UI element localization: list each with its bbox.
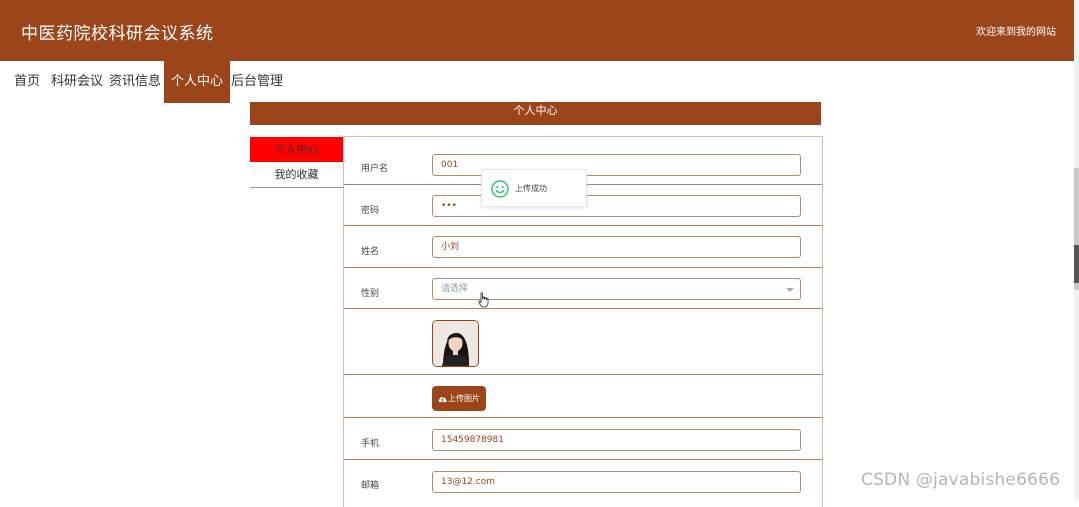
upload-button-label: 上传图片 bbox=[448, 394, 480, 403]
watermark: CSDN @javabishe6666 bbox=[861, 470, 1061, 490]
form-row-gender: 性别 请选择 bbox=[344, 268, 822, 309]
form-row-name: 姓名 小刘 bbox=[344, 226, 822, 268]
phone-label: 手机 bbox=[361, 439, 380, 449]
form-row-avatar bbox=[344, 309, 822, 375]
gender-label: 性别 bbox=[361, 289, 380, 299]
name-input[interactable]: 小刘 bbox=[432, 236, 801, 258]
section-title: 个人中心 bbox=[250, 102, 821, 125]
cloud-upload-icon bbox=[438, 397, 447, 403]
form-row-phone: 手机 15459878981 bbox=[344, 418, 822, 460]
upload-image-button[interactable]: 上传图片 bbox=[432, 386, 486, 411]
top-header: 中医药院校科研会议系统 欢迎来到我的网站 bbox=[0, 0, 1074, 61]
toast-message: 上传成功 bbox=[515, 184, 547, 193]
nav-personal-center[interactable]: 个人中心 bbox=[164, 61, 231, 103]
name-label: 姓名 bbox=[361, 247, 380, 257]
main-nav: 首页 科研会议 资讯信息 个人中心 后台管理 bbox=[0, 61, 1074, 103]
avatar-image bbox=[432, 320, 479, 367]
phone-input[interactable]: 15459878981 bbox=[432, 429, 801, 451]
form-row-email: 邮箱 13@12.com bbox=[344, 460, 822, 505]
site-title: 中医药院校科研会议系统 bbox=[21, 24, 214, 44]
nav-admin[interactable]: 后台管理 bbox=[224, 61, 290, 103]
smile-icon bbox=[491, 180, 509, 198]
email-input[interactable]: 13@12.com bbox=[432, 471, 801, 493]
password-label: 密码 bbox=[361, 206, 380, 216]
username-label: 用户名 bbox=[361, 164, 389, 174]
email-label: 邮箱 bbox=[361, 481, 380, 491]
form-row-upload: 上传图片 bbox=[344, 375, 822, 418]
avatar-portrait-icon bbox=[433, 321, 478, 366]
chevron-down-icon bbox=[786, 288, 794, 292]
upload-success-toast: 上传成功 bbox=[481, 169, 587, 207]
scrollbar-thumb-active[interactable] bbox=[1074, 245, 1079, 283]
side-item-favorites[interactable]: 我的收藏 bbox=[250, 162, 343, 188]
side-menu: 个人中心 我的收藏 bbox=[250, 137, 343, 188]
nav-home[interactable]: 首页 bbox=[7, 61, 47, 103]
nav-conferences[interactable]: 科研会议 bbox=[44, 61, 110, 103]
hand-cursor-icon bbox=[478, 292, 489, 308]
welcome-text: 欢迎来到我的网站 bbox=[976, 27, 1056, 38]
gender-placeholder: 请选择 bbox=[441, 284, 469, 294]
side-item-personal-center[interactable]: 个人中心 bbox=[250, 137, 343, 162]
nav-news[interactable]: 资讯信息 bbox=[102, 61, 168, 103]
